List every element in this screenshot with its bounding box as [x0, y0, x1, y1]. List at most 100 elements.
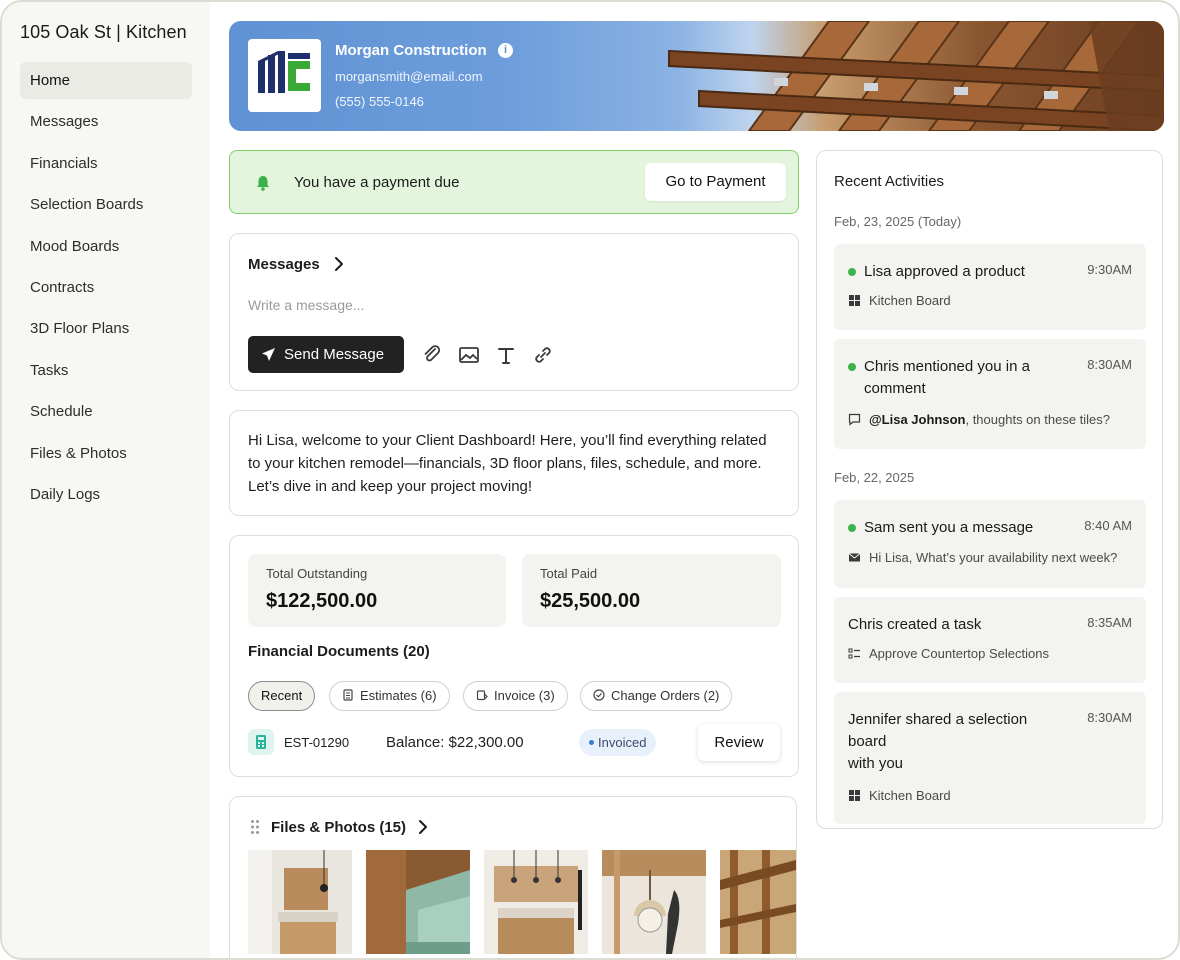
activity-title-text: Jennifer shared a selection board — [848, 711, 1028, 750]
drag-handle-icon[interactable] — [250, 819, 260, 835]
activity-title-text: Sam sent you a message — [864, 519, 1034, 536]
activity-sub: Kitchen Board — [848, 788, 951, 803]
text-format-icon[interactable] — [495, 344, 517, 366]
activity-title-text: Chris mentioned you in a comment — [864, 358, 1030, 397]
messages-title[interactable]: Messages — [248, 256, 320, 273]
chevron-right-icon[interactable] — [332, 255, 346, 273]
project-title: 105 Oak St | Kitchen — [20, 22, 187, 42]
chip-recent[interactable]: Recent — [248, 681, 316, 711]
total-outstanding-label: Total Outstanding — [266, 566, 368, 581]
welcome-text: Hi Lisa, welcome to your Client Dashboar… — [248, 432, 767, 495]
image-icon[interactable] — [458, 344, 480, 366]
activity-sub-text: Kitchen Board — [869, 788, 951, 803]
document-balance: Balance: $22,300.00 — [386, 734, 524, 751]
financials-card: Total Outstanding $122,500.00 Total Paid… — [229, 535, 799, 777]
sidebar-item-home[interactable]: Home — [20, 62, 192, 99]
activity-sub-text: , thoughts on these tiles? — [965, 412, 1111, 427]
chip-estimates[interactable]: Estimates (6) — [329, 681, 450, 711]
financial-documents-title: Financial Documents (20) — [248, 643, 430, 660]
activity-item[interactable]: Sam sent you a message 8:40 AM Hi Lisa, … — [834, 500, 1146, 588]
review-button[interactable]: Review — [698, 724, 780, 761]
document-id[interactable]: EST-01290 — [284, 735, 349, 750]
status-badge: Invoiced — [579, 729, 657, 756]
unread-dot — [848, 524, 856, 532]
files-photos-title[interactable]: Files & Photos (15) — [271, 819, 406, 836]
sidebar-item-contracts[interactable]: Contracts — [20, 269, 192, 306]
chip-invoice-label: Invoice (3) — [494, 688, 555, 703]
sidebar-item-3d-floor-plans[interactable]: 3D Floor Plans — [20, 310, 192, 347]
messages-card: Messages Send Message — [229, 233, 799, 391]
sidebar-item-daily-logs[interactable]: Daily Logs — [20, 476, 192, 513]
link-icon[interactable] — [532, 344, 554, 366]
check-circle-icon — [593, 689, 605, 701]
payment-alert: You have a payment due Go to Payment — [229, 150, 799, 214]
send-message-button[interactable]: Send Message — [248, 336, 404, 373]
pendant-light-photo-image — [602, 850, 706, 954]
sidebar-item-files-photos[interactable]: Files & Photos — [20, 435, 192, 472]
sidebar-nav: Home Messages Financials Selection Board… — [20, 62, 192, 517]
activity-title-text-2: with you — [848, 755, 904, 772]
photo-thumbnail[interactable] — [366, 850, 470, 954]
sidebar-item-selection-boards[interactable]: Selection Boards — [20, 186, 192, 223]
activity-item[interactable]: Chris created a task 8:35AM Approve Coun… — [834, 597, 1146, 683]
activity-item[interactable]: Chris mentioned you in a comment 8:30AM … — [834, 339, 1146, 449]
activity-title-text: Lisa approved a product — [864, 263, 1025, 280]
board-icon — [849, 790, 860, 801]
activity-sub: Approve Countertop Selections — [848, 646, 1049, 661]
sidebar-item-financials[interactable]: Financials — [20, 145, 192, 182]
go-to-payment-button[interactable]: Go to Payment — [645, 163, 786, 201]
comment-icon — [848, 413, 861, 426]
company-phone[interactable]: (555) 555-0146 — [335, 94, 424, 109]
unread-dot — [848, 363, 856, 371]
activity-date-previous: Feb, 22, 2025 — [834, 470, 915, 485]
sidebar-item-tasks[interactable]: Tasks — [20, 352, 192, 389]
calculator-icon — [343, 689, 353, 701]
company-email[interactable]: morgansmith@email.com — [335, 69, 483, 84]
send-icon — [262, 348, 275, 361]
activity-item[interactable]: Lisa approved a product 9:30AM Kitchen B… — [834, 244, 1146, 330]
info-icon[interactable]: i — [498, 43, 513, 58]
photo-thumbnail[interactable] — [720, 850, 796, 954]
message-input[interactable] — [248, 294, 768, 316]
total-paid-stat: Total Paid $25,500.00 — [522, 554, 781, 627]
activity-title: Lisa approved a product — [848, 261, 1058, 283]
activity-title: Sam sent you a message — [848, 517, 1058, 539]
total-outstanding-value: $122,500.00 — [266, 590, 378, 612]
chip-recent-label: Recent — [261, 688, 303, 703]
activity-title: Chris created a task — [848, 616, 982, 633]
invoice-icon — [476, 690, 488, 701]
app-frame: 105 Oak St | Kitchen Home Messages Finan… — [0, 0, 1180, 960]
sidebar-item-messages[interactable]: Messages — [20, 103, 192, 140]
activity-time: 9:30AM — [1087, 262, 1132, 277]
mention-text[interactable]: @Lisa Johnson — [869, 412, 965, 427]
photo-thumbnail[interactable] — [248, 850, 352, 954]
chip-change-orders[interactable]: Change Orders (2) — [580, 681, 733, 711]
envelope-icon — [848, 553, 861, 562]
chip-invoice[interactable]: Invoice (3) — [463, 681, 568, 711]
company-name: Morgan Construction — [335, 42, 487, 59]
task-list-icon — [848, 648, 860, 659]
recent-activities-title: Recent Activities — [834, 173, 945, 190]
tile-photo-image — [366, 850, 470, 954]
activity-sub: @Lisa Johnson, thoughts on these tiles? — [848, 412, 1110, 427]
chevron-right-icon[interactable] — [416, 818, 430, 836]
activity-sub-text: Kitchen Board — [869, 293, 951, 308]
paperclip-icon[interactable] — [421, 344, 443, 366]
recent-activities-card: Recent Activities Feb, 23, 2025 (Today) … — [816, 150, 1163, 829]
board-icon — [849, 295, 860, 306]
activity-time: 8:30AM — [1087, 710, 1132, 725]
activity-item[interactable]: Jennifer shared a selection board with y… — [834, 692, 1146, 824]
send-message-label: Send Message — [284, 346, 385, 363]
activity-title: Jennifer shared a selection board with y… — [848, 709, 1058, 775]
sidebar-item-schedule[interactable]: Schedule — [20, 393, 192, 430]
photo-thumbnail[interactable] — [602, 850, 706, 954]
chip-change-orders-label: Change Orders (2) — [611, 688, 720, 703]
sidebar-item-mood-boards[interactable]: Mood Boards — [20, 228, 192, 265]
photo-thumbnail[interactable] — [484, 850, 588, 954]
status-dot — [589, 740, 594, 745]
activity-time: 8:30AM — [1087, 357, 1132, 372]
photo-strip — [248, 850, 796, 954]
company-logo-icon — [258, 51, 310, 93]
total-paid-value: $25,500.00 — [540, 590, 641, 612]
bell-icon — [257, 176, 269, 191]
